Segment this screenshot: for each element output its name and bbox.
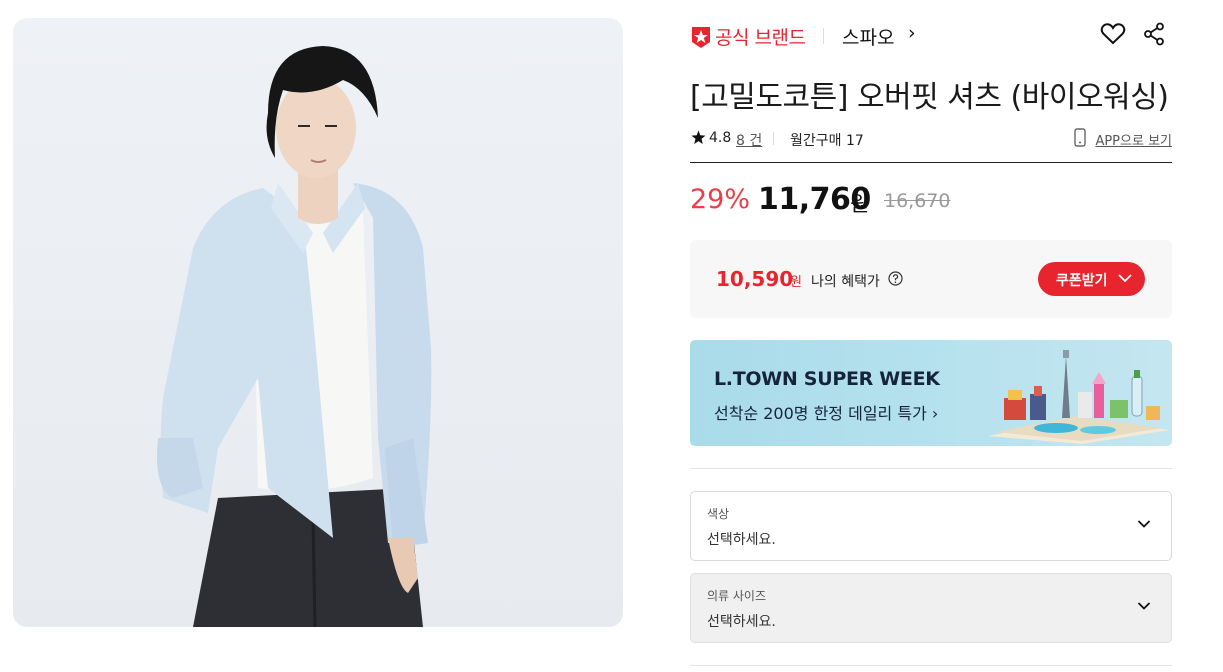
benefit-price: 10,590 xyxy=(716,267,794,291)
size-option-select[interactable]: 의류 사이즈 선택하세요. xyxy=(690,573,1172,643)
brand-badge-icon xyxy=(692,27,710,48)
divider xyxy=(690,162,1172,163)
coupon-button-label: 쿠폰받기 xyxy=(1056,273,1108,289)
product-title: [고밀도코튼] 오버핏 셔츠 (바이오워싱) xyxy=(690,80,1169,115)
rating-value: 4.8 xyxy=(709,130,732,146)
phone-icon[interactable] xyxy=(1074,128,1086,147)
size-option-value: 선택하세요. xyxy=(707,614,776,630)
color-option-select[interactable]: 색상 선택하세요. xyxy=(690,491,1172,561)
chevron-down-icon xyxy=(1137,602,1151,610)
price-row: 29% 11,760 원 16,670 xyxy=(690,182,1172,222)
benefit-currency: 원 xyxy=(790,275,802,290)
color-option-value: 선택하세요. xyxy=(707,532,776,548)
divider xyxy=(690,665,1172,666)
meta-separator xyxy=(773,132,774,145)
official-brand-label: 공식 브랜드 xyxy=(715,27,806,49)
chevron-down-icon xyxy=(1137,520,1151,528)
app-view-link[interactable]: APP으로 보기 xyxy=(1095,130,1172,149)
original-price: 16,670 xyxy=(884,190,951,212)
heart-icon[interactable] xyxy=(1100,22,1126,46)
color-option-label: 색상 xyxy=(707,507,730,521)
benefit-box: 10,590 원 나의 혜택가 쿠폰받기 xyxy=(690,240,1172,318)
brand-separator xyxy=(823,28,824,44)
chevron-down-icon xyxy=(1118,274,1132,283)
size-option-label: 의류 사이즈 xyxy=(707,589,767,603)
discount-rate: 29% xyxy=(690,184,751,215)
help-icon[interactable] xyxy=(888,271,903,286)
product-image[interactable] xyxy=(13,18,623,627)
brand-name-link[interactable]: 스파오 xyxy=(842,23,894,50)
promo-banner[interactable]: L.TOWN SUPER WEEK 선착순 200명 한정 데일리 특가 › xyxy=(690,340,1172,446)
review-count-link[interactable]: 8 건 xyxy=(736,130,762,150)
city-book-illustration xyxy=(988,350,1170,444)
share-icon[interactable] xyxy=(1143,22,1165,46)
product-meta-row: 4.8 8 건 월간구매 17 APP으로 보기 xyxy=(690,128,1172,150)
monthly-purchases: 월간구매 17 xyxy=(790,133,864,149)
product-model-illustration xyxy=(157,46,432,627)
banner-title: L.TOWN SUPER WEEK xyxy=(714,368,940,390)
divider xyxy=(690,468,1172,469)
coupon-button[interactable]: 쿠폰받기 xyxy=(1038,262,1145,296)
currency-unit: 원 xyxy=(850,192,870,216)
brand-row: 공식 브랜드 스파오 › xyxy=(690,22,1172,50)
star-icon xyxy=(691,130,706,144)
benefit-label: 나의 혜택가 xyxy=(811,274,880,290)
chevron-right-icon[interactable]: › xyxy=(908,22,916,44)
banner-subtitle: 선착순 200명 한정 데일리 특가 › xyxy=(714,404,939,423)
